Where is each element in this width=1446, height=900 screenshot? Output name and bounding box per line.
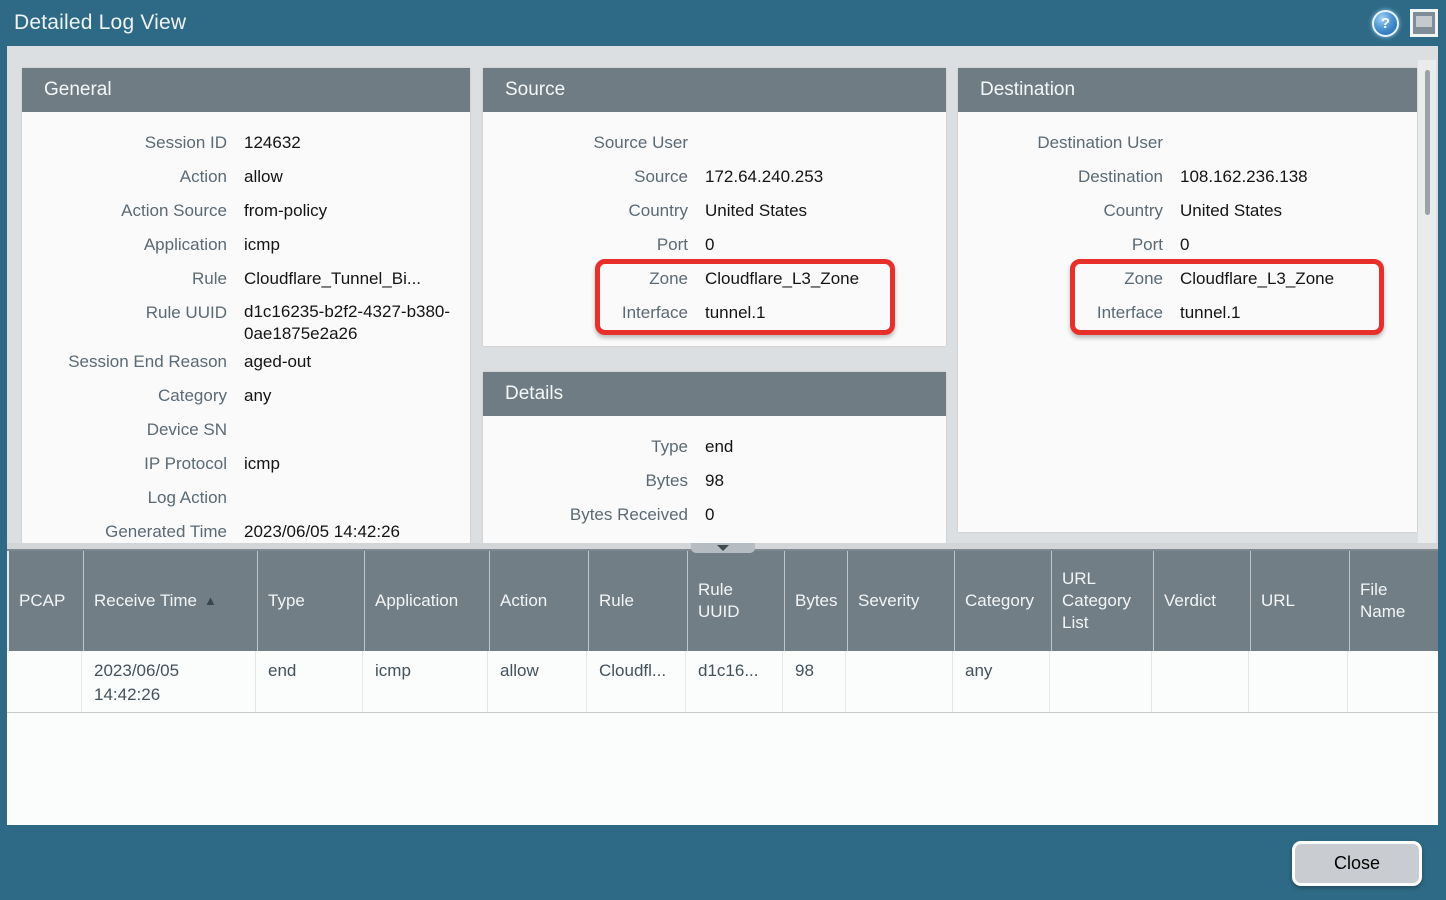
- general-panel-body: Session ID124632 Actionallow Action Sour…: [22, 112, 470, 543]
- destination-row-destination: Destination108.162.236.138: [958, 160, 1417, 194]
- restore-window-icon[interactable]: [1410, 9, 1438, 37]
- details-row-bytes: Bytes98: [483, 464, 946, 498]
- general-panel: General Session ID124632 Actionallow Act…: [22, 68, 470, 543]
- source-row-interface: Interfacetunnel.1: [483, 296, 946, 330]
- log-detail-panels: General Session ID124632 Actionallow Act…: [7, 46, 1438, 543]
- column-header-pcap[interactable]: PCAP: [9, 551, 84, 651]
- column-header-url[interactable]: URL: [1251, 551, 1350, 651]
- destination-panel-body: Destination User Destination108.162.236.…: [958, 112, 1417, 330]
- destination-column: Destination Destination User Destination…: [958, 68, 1417, 543]
- column-header-url-category-list[interactable]: URL Category List: [1052, 551, 1154, 651]
- source-panel-header: Source: [483, 68, 946, 112]
- details-panel-title: Details: [505, 383, 563, 405]
- log-table-row[interactable]: 2023/06/05 14:42:26 end icmp allow Cloud…: [7, 651, 1438, 713]
- cell-file-name: [1348, 651, 1438, 712]
- dialog-footer: Close: [0, 825, 1446, 900]
- cell-application: icmp: [363, 651, 488, 712]
- detailed-log-view-dialog: Detailed Log View ? General Session ID12…: [0, 0, 1446, 900]
- general-row-session-end-reason: Session End Reasonaged-out: [22, 345, 470, 379]
- panel-table-splitter[interactable]: [7, 543, 1438, 551]
- source-row-source-user: Source User: [483, 126, 946, 160]
- cell-rule: Cloudfl...: [587, 651, 686, 712]
- titlebar-icons: ?: [1372, 9, 1438, 37]
- source-row-country: CountryUnited States: [483, 194, 946, 228]
- details-row-type: Typeend: [483, 430, 946, 464]
- destination-row-country: CountryUnited States: [958, 194, 1417, 228]
- details-panel: Details Typeend Bytes98 Bytes Received0: [483, 372, 946, 543]
- destination-panel-title: Destination: [980, 79, 1075, 101]
- general-row-application: Applicationicmp: [22, 228, 470, 262]
- general-panel-title: General: [44, 79, 112, 101]
- cell-type: end: [256, 651, 363, 712]
- restore-window-inner-pane: [1416, 16, 1432, 27]
- column-header-bytes[interactable]: Bytes: [785, 551, 848, 651]
- destination-row-destination-user: Destination User: [958, 126, 1417, 160]
- source-panel-body: Source User Source172.64.240.253 Country…: [483, 112, 946, 346]
- cell-pcap: [7, 651, 82, 712]
- cell-url-category-list: [1050, 651, 1152, 712]
- close-button[interactable]: Close: [1292, 841, 1422, 886]
- cell-verdict: [1152, 651, 1249, 712]
- titlebar: Detailed Log View ?: [0, 0, 1446, 46]
- details-row-bytes-received: Bytes Received0: [483, 498, 946, 532]
- dialog-title: Detailed Log View: [14, 11, 186, 35]
- panels-scrollbar[interactable]: [1418, 60, 1436, 543]
- splitter-collapse-handle[interactable]: [691, 543, 755, 553]
- column-header-verdict[interactable]: Verdict: [1154, 551, 1251, 651]
- column-header-severity[interactable]: Severity: [848, 551, 955, 651]
- cell-category: any: [953, 651, 1050, 712]
- source-row-port: Port0: [483, 228, 946, 262]
- destination-row-interface: Interfacetunnel.1: [958, 296, 1417, 330]
- cell-bytes: 98: [783, 651, 846, 712]
- general-row-generated-time: Generated Time2023/06/05 14:42:26: [22, 515, 470, 543]
- log-entries-table: PCAP Receive Time▲ Type Application Acti…: [7, 551, 1438, 825]
- general-row-action: Actionallow: [22, 160, 470, 194]
- destination-panel: Destination Destination User Destination…: [958, 68, 1417, 532]
- cell-receive-time: 2023/06/05 14:42:26: [82, 651, 256, 712]
- table-empty-area: [7, 713, 1438, 825]
- column-header-type[interactable]: Type: [258, 551, 365, 651]
- general-row-category: Categoryany: [22, 379, 470, 413]
- general-column: General Session ID124632 Actionallow Act…: [22, 68, 470, 543]
- cell-rule-uuid: d1c16...: [686, 651, 783, 712]
- details-panel-header: Details: [483, 372, 946, 416]
- column-header-category[interactable]: Category: [955, 551, 1052, 651]
- general-row-device-sn: Device SN: [22, 413, 470, 447]
- column-header-receive-time[interactable]: Receive Time▲: [84, 551, 258, 651]
- panels-scrollbar-thumb[interactable]: [1425, 70, 1430, 215]
- source-column: Source Source User Source172.64.240.253 …: [483, 68, 946, 543]
- general-panel-header: General: [22, 68, 470, 112]
- column-header-rule[interactable]: Rule: [589, 551, 688, 651]
- help-icon[interactable]: ?: [1372, 10, 1399, 37]
- help-glyph: ?: [1381, 15, 1390, 32]
- source-row-source: Source172.64.240.253: [483, 160, 946, 194]
- details-panel-body: Typeend Bytes98 Bytes Received0: [483, 416, 946, 532]
- sort-asc-icon: ▲: [204, 590, 217, 612]
- general-row-rule: RuleCloudflare_Tunnel_Bi...: [22, 262, 470, 296]
- general-row-session-id: Session ID124632: [22, 126, 470, 160]
- general-row-rule-uuid: Rule UUIDd1c16235-b2f2-4327-b380-0ae1875…: [22, 296, 470, 345]
- chevron-down-icon: [717, 545, 729, 551]
- cell-action: allow: [488, 651, 587, 712]
- general-row-log-action: Log Action: [22, 481, 470, 515]
- general-row-ip-protocol: IP Protocolicmp: [22, 447, 470, 481]
- column-header-action[interactable]: Action: [490, 551, 589, 651]
- column-header-file-name[interactable]: File Name: [1350, 551, 1438, 651]
- destination-row-zone: ZoneCloudflare_L3_Zone: [958, 262, 1417, 296]
- destination-row-port: Port0: [958, 228, 1417, 262]
- source-panel-title: Source: [505, 79, 565, 101]
- column-header-rule-uuid[interactable]: Rule UUID: [688, 551, 785, 651]
- source-panel: Source Source User Source172.64.240.253 …: [483, 68, 946, 346]
- column-header-application[interactable]: Application: [365, 551, 490, 651]
- source-row-zone: ZoneCloudflare_L3_Zone: [483, 262, 946, 296]
- cell-severity: [846, 651, 953, 712]
- log-table-header-row: PCAP Receive Time▲ Type Application Acti…: [7, 551, 1438, 651]
- cell-url: [1249, 651, 1348, 712]
- destination-panel-header: Destination: [958, 68, 1417, 112]
- general-row-action-source: Action Sourcefrom-policy: [22, 194, 470, 228]
